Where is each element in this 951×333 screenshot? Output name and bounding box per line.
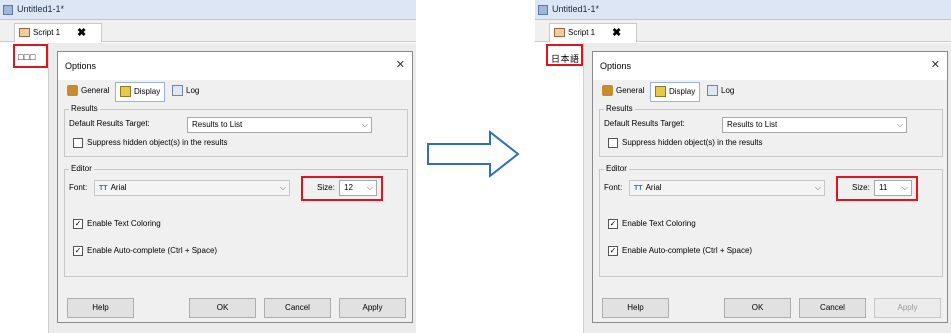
text-coloring-label: Enable Text Coloring — [87, 219, 161, 228]
tab-strip: Script 1 ✖ — [535, 20, 951, 42]
tab-display-label: Display — [669, 87, 696, 96]
dialog-close-icon[interactable]: ✕ — [931, 58, 940, 71]
cancel-button[interactable]: Cancel — [264, 298, 331, 318]
suppress-checkbox[interactable] — [73, 138, 83, 148]
suppress-checkbox[interactable] — [608, 138, 618, 148]
tab-general-label: General — [616, 86, 645, 95]
font-icon: TT — [99, 185, 108, 192]
tab-close-icon[interactable]: ✖ — [77, 26, 86, 39]
tab-general[interactable]: General — [602, 82, 644, 102]
apply-button: Apply — [874, 298, 941, 318]
editor-group-label: Editor — [69, 164, 94, 173]
dialog-close-icon[interactable]: ✕ — [396, 58, 405, 71]
tab-script-1[interactable]: Script 1 ✖ — [549, 23, 637, 42]
dialog-header: Options ✕ — [58, 52, 412, 80]
font-select[interactable]: TT Arial ⌵ — [629, 180, 825, 196]
editor-text-area[interactable] — [535, 43, 584, 333]
tab-label: Script 1 — [568, 28, 596, 37]
dialog-title: Options — [65, 61, 97, 71]
ok-button[interactable]: OK — [189, 298, 256, 318]
log-icon — [707, 85, 718, 97]
window-title: Untitled1-1* — [552, 4, 600, 14]
after-panel: Untitled1-1* Script 1 ✖ 日本語 Options ✕ Ge… — [535, 0, 951, 333]
text-coloring-label: Enable Text Coloring — [622, 219, 696, 228]
autocomplete-label: Enable Auto-complete (Ctrl + Space) — [622, 246, 753, 255]
default-target-select[interactable]: Results to List ⌵ — [722, 117, 907, 133]
tab-script-1[interactable]: Script 1 ✖ — [14, 23, 102, 42]
tab-log[interactable]: Log — [707, 82, 734, 102]
autocomplete-checkbox[interactable]: ✓ — [73, 246, 83, 256]
window-titlebar: Untitled1-1* — [535, 0, 951, 20]
display-icon — [120, 86, 131, 98]
font-label: Font: — [69, 183, 88, 192]
tab-close-icon[interactable]: ✖ — [612, 26, 621, 39]
chevron-down-icon: ⌵ — [814, 183, 821, 192]
tab-strip: Script 1 ✖ — [0, 20, 416, 42]
tab-display[interactable]: Display — [115, 82, 166, 102]
default-target-value: Results to List — [192, 120, 243, 129]
font-value: Arial — [645, 183, 662, 192]
dialog-title: Options — [600, 61, 632, 71]
results-group-label: Results — [69, 104, 100, 113]
window-titlebar: Untitled1-1* — [0, 0, 416, 20]
autocomplete-label: Enable Auto-complete (Ctrl + Space) — [87, 246, 218, 255]
editor-group-label: Editor — [604, 164, 629, 173]
suppress-label: Suppress hidden object(s) in the results — [622, 138, 763, 147]
chevron-down-icon: ⌵ — [896, 120, 903, 129]
script-icon — [19, 28, 30, 37]
results-group-label: Results — [604, 104, 635, 113]
editor-text-highlight — [546, 44, 583, 66]
wrench-icon — [67, 85, 78, 97]
text-coloring-checkbox[interactable]: ✓ — [608, 219, 618, 229]
default-target-label: Default Results Target: — [69, 119, 150, 128]
default-target-select[interactable]: Results to List ⌵ — [187, 117, 372, 133]
apply-button[interactable]: Apply — [339, 298, 406, 318]
right-arrow-icon — [427, 129, 520, 179]
tab-display-label: Display — [134, 87, 161, 96]
tab-label: Script 1 — [33, 28, 61, 37]
tab-general[interactable]: General — [67, 82, 109, 102]
editor-text-area[interactable] — [0, 43, 49, 333]
app-icon — [538, 5, 548, 15]
tab-log-label: Log — [186, 86, 200, 95]
log-icon — [172, 85, 183, 97]
tab-general-label: General — [81, 86, 110, 95]
default-target-label: Default Results Target: — [604, 119, 685, 128]
font-value: Arial — [110, 183, 127, 192]
editor-text-highlight — [13, 44, 48, 68]
size-highlight — [836, 176, 918, 201]
before-panel: Untitled1-1* Script 1 ✖ □□□ Options ✕ Ge… — [0, 0, 416, 333]
tab-log[interactable]: Log — [172, 82, 199, 102]
window-title: Untitled1-1* — [17, 4, 65, 14]
size-highlight — [301, 176, 383, 201]
help-button[interactable]: Help — [602, 298, 669, 318]
tab-log-label: Log — [721, 86, 735, 95]
default-target-value: Results to List — [727, 120, 778, 129]
app-icon — [3, 5, 13, 15]
chevron-down-icon: ⌵ — [279, 183, 286, 192]
dialog-header: Options ✕ — [593, 52, 947, 80]
ok-button[interactable]: OK — [724, 298, 791, 318]
suppress-label: Suppress hidden object(s) in the results — [87, 138, 228, 147]
text-coloring-checkbox[interactable]: ✓ — [73, 219, 83, 229]
font-icon: TT — [634, 185, 643, 192]
results-group: Results Default Results Target: Results … — [64, 104, 408, 157]
autocomplete-checkbox[interactable]: ✓ — [608, 246, 618, 256]
script-icon — [554, 28, 565, 37]
wrench-icon — [602, 85, 613, 97]
help-button[interactable]: Help — [67, 298, 134, 318]
results-group: Results Default Results Target: Results … — [599, 104, 943, 157]
tab-display[interactable]: Display — [650, 82, 701, 102]
font-select[interactable]: TT Arial ⌵ — [94, 180, 290, 196]
cancel-button[interactable]: Cancel — [799, 298, 866, 318]
display-icon — [655, 86, 666, 98]
chevron-down-icon: ⌵ — [361, 120, 368, 129]
font-label: Font: — [604, 183, 623, 192]
